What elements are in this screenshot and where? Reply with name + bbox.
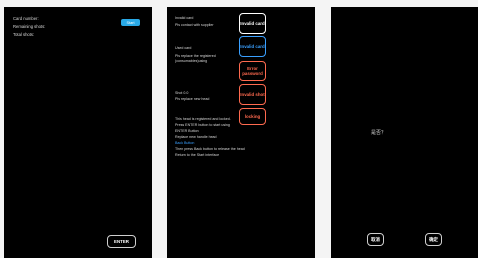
confirm-dialog-screen: 是否？ 取消 确定 xyxy=(331,7,478,258)
invalid-card-button[interactable]: Invalid card xyxy=(239,13,266,34)
footer-line-3: ENTER Button xyxy=(175,129,199,133)
footer-line-6: Then press Back button to release the he… xyxy=(175,147,245,151)
error2-hint-line1: Pls replace the registered xyxy=(175,54,216,58)
error2-hint-line2: (consumables)using xyxy=(175,59,208,63)
error-password-button[interactable]: Error password xyxy=(239,61,266,81)
used-card-button[interactable]: Invalid card xyxy=(239,36,266,57)
locking-button[interactable]: locking xyxy=(239,108,266,125)
error4-hint: Pls replace new head xyxy=(175,97,210,101)
enter-button[interactable]: ENTER xyxy=(107,235,136,248)
card-number-label: Card number: xyxy=(13,16,39,21)
card-status-screen: Card number: Remaining shots: Total shot… xyxy=(4,7,152,258)
error1-title: Invalid card xyxy=(175,16,194,20)
footer-line-2: Press ENTER button to start using xyxy=(175,123,230,127)
remaining-shots-label: Remaining shots: xyxy=(13,24,46,29)
cancel-button[interactable]: 取消 xyxy=(367,233,384,246)
footer-line-5: Back Button xyxy=(175,141,195,145)
footer-line-4: Replace new handle head xyxy=(175,135,217,139)
error1-hint: Pls contact with supplier xyxy=(175,23,214,27)
invalid-shot-button[interactable]: Invalid shot xyxy=(239,84,266,105)
total-shots-label: Total shots: xyxy=(13,32,35,37)
error-list-screen: Invalid card Pls contact with supplier I… xyxy=(167,7,315,258)
confirm-question: 是否？ xyxy=(371,130,387,136)
footer-line-7: Return to the Start interface xyxy=(175,153,220,157)
confirm-button[interactable]: 确定 xyxy=(425,233,442,246)
error4-title: Shot 0.0 xyxy=(175,91,189,95)
error2-title: Used card xyxy=(175,46,192,50)
footer-line-1: This head is registered and locked. xyxy=(175,117,231,121)
status-chip[interactable]: Start xyxy=(121,19,140,26)
